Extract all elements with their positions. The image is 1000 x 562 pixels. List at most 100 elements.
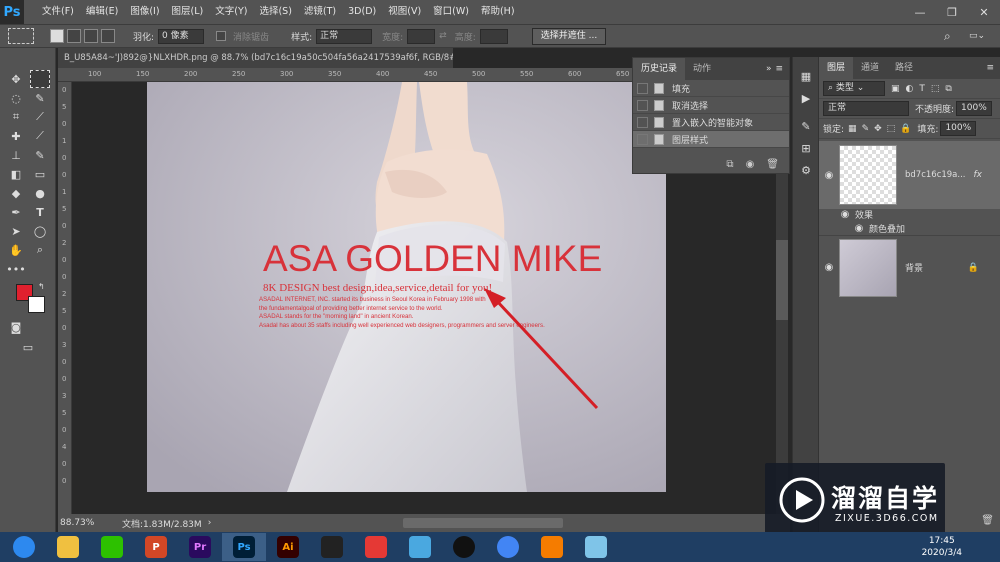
history-brush-source-checkbox[interactable] bbox=[637, 116, 648, 128]
taskbar-tencent-app-button[interactable] bbox=[398, 533, 442, 561]
taskbar-media-button[interactable] bbox=[530, 533, 574, 561]
filter-adjustment-icon[interactable]: ◐ bbox=[906, 84, 914, 94]
visibility-eye-icon[interactable]: ◉ bbox=[819, 170, 839, 181]
watermark-url: ZIXUE.3D66.COM bbox=[835, 513, 939, 524]
actions-panel-icon[interactable]: ▶ bbox=[797, 89, 815, 107]
clone-source-icon[interactable]: ⊞ bbox=[797, 139, 815, 157]
history-state-icon bbox=[654, 82, 664, 94]
history-panel-icon[interactable]: ▦ bbox=[797, 67, 815, 85]
history-state-row[interactable]: 置入嵌入的智能对象 bbox=[633, 114, 789, 131]
layer-filter-label: 类型 bbox=[835, 83, 854, 93]
layer-thumbnail bbox=[839, 145, 897, 205]
watermark-brand: 溜溜自学 bbox=[831, 484, 940, 513]
tab-channels[interactable]: 通道 bbox=[853, 57, 887, 79]
game-icon bbox=[365, 536, 387, 558]
tab-actions[interactable]: 动作 bbox=[685, 58, 719, 80]
layer-name[interactable]: 背景 bbox=[905, 261, 923, 274]
history-footer: ⧉ ◉ 🗑 bbox=[633, 155, 789, 173]
status-menu-icon[interactable]: › bbox=[208, 518, 212, 528]
clock-date: 2020/3/4 bbox=[921, 548, 962, 558]
blend-mode-row: 正常 不透明度: 100% bbox=[819, 99, 1000, 119]
taskbar-qq-button[interactable] bbox=[442, 533, 486, 561]
opacity-label: 不透明度: bbox=[915, 105, 955, 115]
panel-menu-icon[interactable]: ≡ bbox=[775, 64, 783, 74]
opacity-input[interactable]: 100% bbox=[956, 101, 992, 116]
layer-thumbnail bbox=[839, 238, 897, 297]
taskbar-chrome-button[interactable] bbox=[486, 533, 530, 561]
layer-effect-item-row[interactable]: ◉ 颜色叠加 bbox=[819, 221, 1000, 236]
history-state-label: 填充 bbox=[672, 84, 691, 95]
system-clock[interactable]: 17:45 2020/3/4 bbox=[922, 535, 962, 559]
taskbar-video-editor-button[interactable] bbox=[310, 533, 354, 561]
taskbar-premiere-button[interactable]: Pr bbox=[178, 533, 222, 561]
video-editor-icon bbox=[321, 536, 343, 558]
taskbar-wechat-button[interactable] bbox=[90, 533, 134, 561]
tab-paths[interactable]: 路径 bbox=[887, 57, 921, 79]
files-icon bbox=[57, 536, 79, 558]
blend-mode-select[interactable]: 正常 bbox=[823, 101, 909, 116]
layer-row-background[interactable]: ◉ 背景 🔒 bbox=[819, 235, 1000, 299]
brush-settings-icon[interactable]: ✎ bbox=[797, 117, 815, 135]
layer-name[interactable]: bd7c16c19a... bbox=[905, 170, 966, 180]
layer-effects-row[interactable]: ◉ 效果 bbox=[819, 207, 1000, 222]
vertical-scroll-thumb[interactable] bbox=[776, 240, 788, 320]
notes-icon bbox=[585, 536, 607, 558]
zoom-level[interactable]: 88.73% bbox=[60, 518, 118, 528]
filter-smart-icon[interactable]: ⧉ bbox=[945, 84, 951, 94]
media-icon bbox=[541, 536, 563, 558]
delete-state-icon[interactable]: 🗑 bbox=[766, 159, 779, 170]
visibility-eye-icon[interactable]: ◉ bbox=[819, 262, 839, 273]
taskbar-photoshop-button[interactable]: Ps bbox=[222, 533, 266, 561]
lock-position-icon[interactable]: ✥ bbox=[874, 124, 882, 134]
adjustments-icon[interactable]: ⚙ bbox=[797, 161, 815, 179]
annotation-arrow-icon bbox=[494, 298, 599, 410]
lock-row: 锁定: ▦ ✎ ✥ ⬚ 🔒 填充: 100% bbox=[819, 119, 1000, 139]
taskbar-illustrator-button[interactable]: Ai bbox=[266, 533, 310, 561]
taskbar-notes-button[interactable] bbox=[574, 533, 618, 561]
taskbar-powerpoint-button[interactable]: P bbox=[134, 533, 178, 561]
history-state-label: 置入嵌入的智能对象 bbox=[672, 118, 754, 129]
filter-type-icon[interactable]: T bbox=[919, 84, 925, 94]
history-brush-source-checkbox[interactable] bbox=[637, 82, 648, 94]
new-document-from-state-icon[interactable]: ⧉ bbox=[726, 159, 733, 170]
lock-transparent-icon[interactable]: ▦ bbox=[848, 124, 857, 134]
history-list: 填充取消选择置入嵌入的智能对象图层样式 bbox=[633, 80, 789, 148]
history-brush-source-checkbox[interactable] bbox=[637, 99, 648, 111]
lock-artboard-icon[interactable]: ⬚ bbox=[887, 124, 896, 134]
snapshot-icon[interactable]: ◉ bbox=[746, 159, 755, 170]
taskbar-files-button[interactable] bbox=[46, 533, 90, 561]
taskbar-apps: P Pr Ps Ai bbox=[2, 533, 618, 561]
filter-shape-icon[interactable]: ⬚ bbox=[931, 84, 940, 94]
layer-lock-icon: 🔒 bbox=[967, 262, 979, 273]
watermark-play-icon bbox=[779, 477, 825, 523]
history-panel-tabs: 历史记录 动作 » ≡ bbox=[633, 58, 789, 80]
status-bar: 88.73% 文档:1.83M/2.83M › bbox=[58, 514, 790, 532]
photoshop-icon: Ps bbox=[233, 536, 255, 558]
delete-layer-icon[interactable]: 🗑 bbox=[981, 515, 994, 526]
lock-label: 锁定: bbox=[823, 125, 845, 135]
history-state-icon bbox=[654, 99, 664, 111]
tab-layers[interactable]: 图层 bbox=[819, 57, 854, 79]
layers-panel: 图层 通道 路径 ≡ ⌕ 类型 ⌄ ▣ ◐ T ⬚ ⧉ 正常 不透明度: 100… bbox=[818, 57, 1000, 532]
layer-filter-select[interactable]: ⌕ 类型 ⌄ bbox=[823, 81, 885, 96]
wechat-icon bbox=[101, 536, 123, 558]
filter-pixel-icon[interactable]: ▣ bbox=[891, 84, 900, 94]
history-brush-source-checkbox[interactable] bbox=[637, 133, 648, 145]
effect-eye-icon[interactable]: ◉ bbox=[849, 223, 869, 234]
lock-pixels-icon[interactable]: ✎ bbox=[862, 124, 870, 134]
tab-history[interactable]: 历史记录 bbox=[633, 58, 686, 80]
panel-menu-icon[interactable]: ≡ bbox=[986, 57, 994, 79]
lock-all-icon[interactable]: 🔒 bbox=[900, 124, 911, 134]
effects-eye-icon[interactable]: ◉ bbox=[835, 209, 855, 220]
horizontal-scroll-thumb[interactable] bbox=[403, 518, 563, 528]
fx-badge[interactable]: fx bbox=[974, 170, 983, 180]
browser-icon bbox=[13, 536, 35, 558]
layer-row-selected[interactable]: ◉ bd7c16c19a... fx bbox=[819, 141, 1000, 209]
taskbar-game-button[interactable] bbox=[354, 533, 398, 561]
history-state-row[interactable]: 图层样式 bbox=[633, 131, 789, 148]
history-state-row[interactable]: 取消选择 bbox=[633, 97, 789, 114]
fill-input[interactable]: 100% bbox=[940, 121, 977, 136]
taskbar-browser-button[interactable] bbox=[2, 533, 46, 561]
history-state-row[interactable]: 填充 bbox=[633, 80, 789, 97]
panel-collapse-icon[interactable]: » bbox=[766, 64, 772, 74]
